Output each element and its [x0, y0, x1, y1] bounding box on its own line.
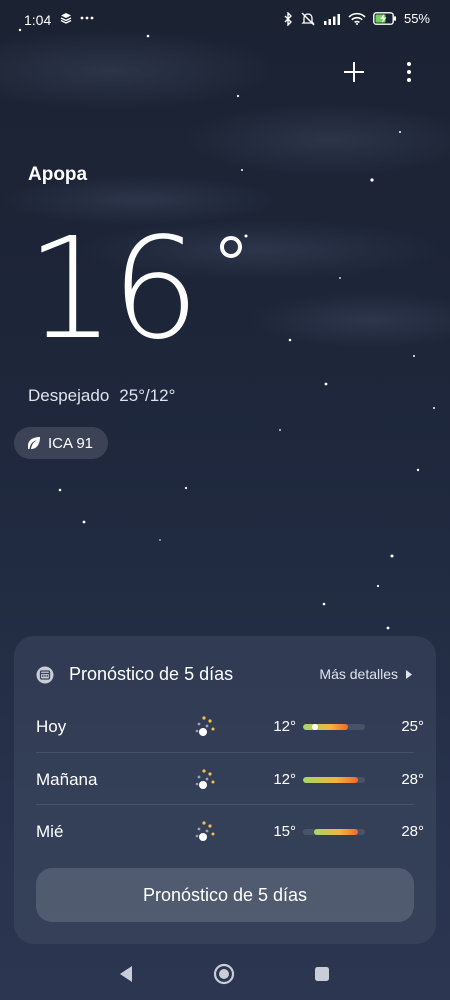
forecast-day-label: Mañana: [36, 770, 98, 789]
city-name: Apopa: [28, 164, 88, 185]
temperature-range-bar: [303, 724, 365, 730]
temperature-range-bar: [303, 777, 365, 783]
status-right-icons: 55%: [283, 11, 430, 26]
clear-night-icon: [195, 716, 215, 736]
battery-percent: 55%: [403, 11, 430, 26]
degree-symbol: [220, 236, 242, 258]
signal-icon: [323, 13, 340, 25]
more-dots-icon: [80, 16, 94, 20]
forecast-row[interactable]: Hoy 12° 25°: [36, 700, 424, 752]
add-icon: [344, 62, 364, 82]
battery-charging-icon: [373, 12, 396, 25]
temperature-range-fill: [303, 724, 348, 730]
add-city-button[interactable]: [338, 56, 370, 88]
more-details-label: Más detalles: [319, 666, 398, 682]
forecast-low-temp: 15°: [273, 823, 296, 840]
navigation-bar: [0, 948, 450, 1000]
status-time: 1:04: [24, 12, 52, 28]
recents-square-icon: [315, 967, 329, 981]
condition-row: Despejado 25°/12°: [28, 386, 175, 406]
forecast-day-label: Mié: [36, 822, 64, 841]
weather-condition: Despejado: [28, 386, 110, 405]
layers-icon: [60, 13, 72, 24]
clear-night-icon: [195, 821, 215, 841]
forecast-day-label: Hoy: [36, 717, 67, 736]
forecast-row[interactable]: Mañana 12° 28°: [36, 752, 424, 805]
current-temperature: 16: [26, 208, 200, 371]
forecast-low-temp: 12°: [273, 718, 296, 735]
chevron-right-icon: [406, 669, 412, 679]
high-low-temperature: 25°/12°: [119, 386, 176, 405]
forecast-high-temp: 28°: [401, 823, 424, 840]
temperature-range-fill: [303, 777, 358, 783]
leaf-icon: [28, 437, 40, 449]
more-vertical-icon: [407, 62, 411, 82]
forecast-card: Pronóstico de 5 días Más detalles Hoy 12°…: [14, 636, 436, 944]
forecast-row[interactable]: Mié 15° 28°: [36, 804, 424, 857]
air-quality-label: ICA 91: [48, 434, 94, 452]
forecast-high-temp: 25°: [401, 718, 424, 735]
more-details-link[interactable]: Más detalles: [319, 666, 412, 682]
wifi-icon: [348, 12, 366, 25]
nav-recents-button[interactable]: [308, 960, 336, 988]
nav-back-button[interactable]: [112, 960, 140, 988]
more-options-button[interactable]: [393, 56, 425, 88]
five-day-forecast-button[interactable]: Pronóstico de 5 días: [36, 868, 414, 922]
bluetooth-icon: [284, 11, 292, 26]
home-circle-icon: [213, 963, 235, 985]
nav-home-button[interactable]: [210, 960, 238, 988]
forecast-low-temp: 12°: [273, 771, 296, 788]
status-bar: 1:04 55%: [0, 0, 450, 40]
temperature-range-fill: [314, 829, 358, 835]
mute-alarm-icon: [301, 12, 315, 25]
back-triangle-icon: [120, 966, 132, 982]
forecast-high-temp: 28°: [401, 771, 424, 788]
air-quality-chip[interactable]: ICA 91: [14, 427, 108, 459]
status-left-icons: [60, 12, 94, 24]
calendar-icon: [36, 666, 54, 684]
temperature-range-bar: [303, 829, 365, 835]
clear-night-icon: [195, 769, 215, 789]
forecast-card-title: Pronóstico de 5 días: [69, 664, 234, 684]
